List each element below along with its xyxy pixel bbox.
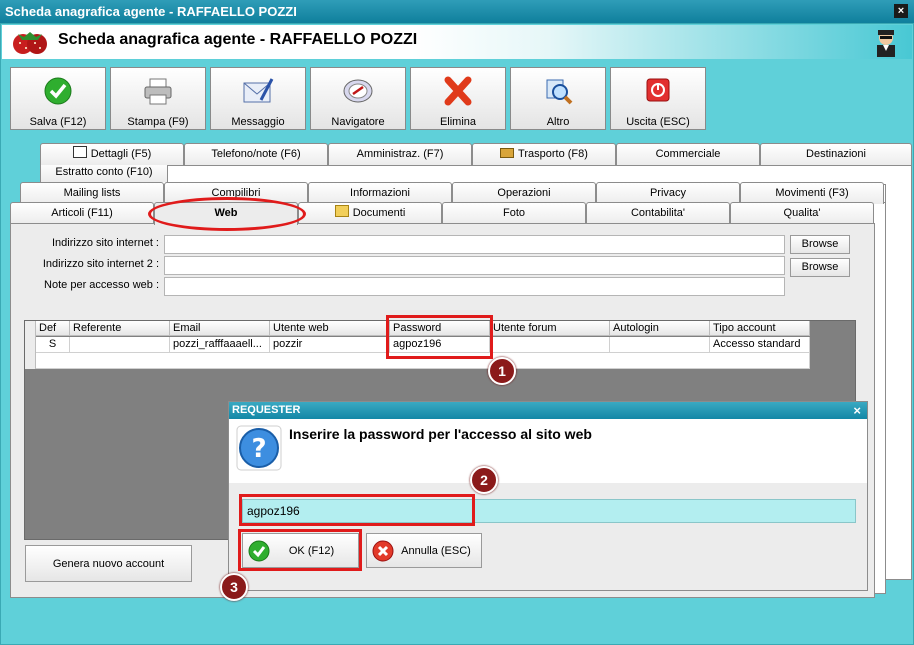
grid-header-autologin[interactable]: Autologin <box>610 321 710 336</box>
grid-cell-utente-web[interactable]: pozzir <box>270 337 390 353</box>
navigator-button[interactable]: Navigatore <box>310 67 406 130</box>
print-button[interactable]: Stampa (F9) <box>110 67 206 130</box>
grid-header-def[interactable]: Def <box>36 321 70 336</box>
requester-title-bar: REQUESTER × <box>229 402 867 419</box>
header-bar: Scheda anagrafica agente - RAFFAELLO POZ… <box>2 25 912 59</box>
site2-input[interactable] <box>164 256 785 275</box>
tab-amministrazione[interactable]: Amministraz. (F7) <box>328 143 472 165</box>
message-icon <box>243 78 274 103</box>
more-button[interactable]: Altro <box>510 67 606 130</box>
grid-cell-referente[interactable] <box>70 337 170 353</box>
exit-button-label: Uscita (ESC) <box>626 116 690 128</box>
notes-label: Note per accesso web : <box>44 279 159 291</box>
cancel-button-label: Annulla (ESC) <box>401 545 471 557</box>
strawberry-icon <box>13 32 47 54</box>
svg-text:?: ? <box>251 434 266 464</box>
grid-header-email[interactable]: Email <box>170 321 270 336</box>
site2-label: Indirizzo sito internet 2 : <box>42 258 159 270</box>
password-column-highlight <box>386 315 493 359</box>
message-button[interactable]: Messaggio <box>210 67 306 130</box>
question-icon: ? <box>236 425 282 471</box>
grid-cell-def[interactable]: S <box>36 337 70 353</box>
grid-header-utente-web[interactable]: Utente web <box>270 321 390 336</box>
print-button-label: Stampa (F9) <box>127 116 189 128</box>
requester-message: Inserire la password per l'accesso al si… <box>289 426 592 442</box>
web-tab-highlight <box>148 197 306 231</box>
tab-dettagli[interactable]: Dettagli (F5) <box>40 143 184 165</box>
tab-informazioni[interactable]: Informazioni <box>308 182 452 204</box>
ok-button-highlight <box>238 529 362 571</box>
annotation-badge-3: 3 <box>220 573 248 601</box>
tab-foto[interactable]: Foto <box>442 202 586 224</box>
annotation-badge-2: 2 <box>470 466 498 494</box>
navigator-button-label: Navigatore <box>331 116 385 128</box>
tab-qualita[interactable]: Qualita' <box>730 202 874 224</box>
window-close-button[interactable]: × <box>894 4 908 18</box>
tab-commerciale[interactable]: Commerciale <box>616 143 760 165</box>
grid-cell-tipo-account[interactable]: Accesso standard <box>710 337 810 353</box>
exit-icon <box>646 78 670 102</box>
message-button-label: Messaggio <box>231 116 285 128</box>
grid-row-indicator <box>25 321 36 369</box>
truck-icon <box>500 148 515 158</box>
grid-header-utente-forum[interactable]: Utente forum <box>490 321 610 336</box>
tab-contabilita[interactable]: Contabilita' <box>586 202 730 224</box>
compass-icon <box>343 79 373 103</box>
grid-cell-utente-forum[interactable] <box>490 337 610 353</box>
search-icon <box>546 79 573 105</box>
tab-mailing-lists[interactable]: Mailing lists <box>20 182 164 204</box>
tab-movimenti[interactable]: Movimenti (F3) <box>740 182 884 204</box>
agent-avatar-icon <box>877 30 895 57</box>
cancel-button[interactable]: Annulla (ESC) <box>366 533 482 568</box>
printer-icon <box>144 78 172 105</box>
save-button-label: Salva (F12) <box>29 116 87 128</box>
delete-icon <box>444 76 472 106</box>
site-input[interactable] <box>164 235 785 254</box>
browse-site-button[interactable]: Browse <box>790 235 850 254</box>
password-input-highlight <box>239 494 475 526</box>
site-label: Indirizzo sito internet : <box>52 237 159 249</box>
delete-button-label: Elimina <box>439 116 477 128</box>
tab-telefono-note[interactable]: Telefono/note (F6) <box>184 143 328 165</box>
requester-title: REQUESTER <box>232 404 301 416</box>
tab-trasporto[interactable]: Trasporto (F8) <box>472 143 616 165</box>
page-title: Scheda anagrafica agente - RAFFAELLO POZ… <box>58 31 418 48</box>
save-button[interactable]: Salva (F12) <box>10 67 106 130</box>
notes-input[interactable] <box>164 277 785 296</box>
tab-documenti[interactable]: Documenti <box>298 202 442 224</box>
tab-operazioni[interactable]: Operazioni <box>452 182 596 204</box>
browse-site2-button[interactable]: Browse <box>790 258 850 277</box>
more-button-label: Altro <box>546 116 570 128</box>
annotation-badge-1: 1 <box>488 357 516 385</box>
grid-header-referente[interactable]: Referente <box>70 321 170 336</box>
requester-close-button[interactable]: × <box>853 402 861 419</box>
window-title-bar: Scheda anagrafica agente - RAFFAELLO POZ… <box>0 0 914 23</box>
tab-articoli[interactable]: Articoli (F11) <box>10 202 154 224</box>
tab-destinazioni[interactable]: Destinazioni <box>760 143 912 165</box>
check-icon <box>44 77 72 105</box>
grid-cell-email[interactable]: pozzi_rafffaaaell... <box>170 337 270 353</box>
folder-icon <box>334 205 349 217</box>
delete-button[interactable]: Elimina <box>410 67 506 130</box>
grid-cell-autologin[interactable] <box>610 337 710 353</box>
tab-privacy[interactable]: Privacy <box>596 182 740 204</box>
exit-button[interactable]: Uscita (ESC) <box>610 67 706 130</box>
window-title: Scheda anagrafica agente - RAFFAELLO POZ… <box>5 4 297 19</box>
calendar-icon <box>72 146 87 158</box>
generate-account-button[interactable]: Genera nuovo account <box>25 545 192 582</box>
grid-header-tipo-account[interactable]: Tipo account <box>710 321 810 336</box>
